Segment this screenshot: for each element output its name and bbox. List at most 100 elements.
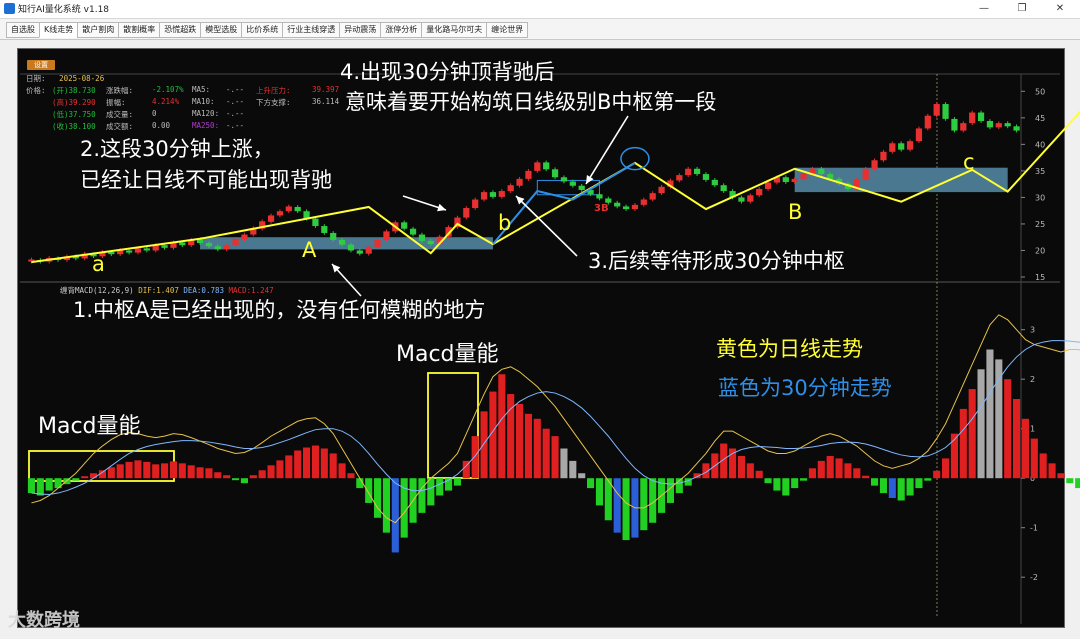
macd-bar <box>90 473 98 479</box>
macd-bar <box>862 475 870 479</box>
macd-bar <box>329 453 337 479</box>
price-tick-label: 35 <box>1035 167 1045 176</box>
macd-bar <box>924 478 932 481</box>
macd-bar <box>152 464 160 479</box>
candle-body <box>658 186 665 194</box>
macd-bar <box>755 470 763 479</box>
candle-body <box>1004 123 1011 127</box>
macd-bar <box>134 460 142 479</box>
candle-body <box>427 240 434 245</box>
candle-body <box>622 206 630 210</box>
annotation-1: 1.中枢A是已经出现的，没有任何模糊的地方 <box>73 298 486 322</box>
macd-bar <box>871 478 879 486</box>
macd-bar <box>1075 478 1080 489</box>
candle-body <box>472 199 479 209</box>
candle-body <box>756 188 763 196</box>
macd-bar <box>347 473 355 479</box>
candle-body <box>525 170 532 179</box>
candle-body <box>809 168 816 174</box>
macd-bar <box>533 418 541 479</box>
macd-bar <box>311 445 319 479</box>
candle-body <box>241 234 248 240</box>
macd-bar <box>906 478 914 496</box>
candle-body <box>969 112 976 124</box>
macd-bar <box>480 411 488 479</box>
macd-tick-label: -2 <box>1030 573 1038 582</box>
macd-bar <box>214 472 222 479</box>
candle-body <box>649 193 656 200</box>
candle-body <box>516 178 523 186</box>
macd-bar <box>418 478 426 513</box>
segment-label-a: a <box>92 252 105 276</box>
macd-bar <box>169 461 177 479</box>
candle-body <box>614 202 621 207</box>
arrow-to-min30-rise-head <box>437 203 446 212</box>
macd-bar <box>1048 463 1056 479</box>
price-tick-label: 20 <box>1035 246 1045 255</box>
macd-bar <box>986 349 994 479</box>
annotation-2-line2: 已经让日线不可能出现背驰 <box>80 168 332 192</box>
candle-body <box>933 104 940 116</box>
macd-bar <box>161 463 169 479</box>
macd-bar <box>267 465 275 479</box>
macd-bar <box>453 478 461 486</box>
macd-bar <box>338 463 346 479</box>
candle-body <box>791 178 798 183</box>
macd-bar <box>773 478 781 491</box>
candle-body <box>924 115 931 129</box>
candle-body <box>489 192 497 197</box>
buy-point-3b: 3B <box>594 203 609 214</box>
dif-line <box>31 314 1080 524</box>
legend-yellow: 黄色为日线走势 <box>716 337 863 361</box>
macd-bar <box>232 478 240 481</box>
macd-bar <box>968 389 976 479</box>
candle-body <box>480 192 488 200</box>
candle-body <box>995 123 1002 128</box>
candle-body <box>223 245 230 250</box>
candle-body <box>764 182 772 189</box>
macd-bar <box>915 478 923 489</box>
annotation-4-line1: 4.出现30分钟顶背驰后 <box>340 60 555 84</box>
macd-bar <box>613 478 621 533</box>
macd-bar <box>542 428 550 479</box>
candle-body <box>179 242 186 246</box>
candle-body <box>747 195 754 202</box>
macd-bar <box>178 463 186 479</box>
macd-bar <box>116 464 124 479</box>
zhongshu-label-A: A <box>302 238 317 262</box>
macd-bar <box>187 465 195 479</box>
candle-body <box>498 191 505 197</box>
candle-body <box>356 250 363 254</box>
macd-bar <box>303 447 311 479</box>
macd-bar <box>143 461 151 479</box>
candle-body <box>161 245 168 248</box>
candle-body <box>880 151 887 161</box>
macd-bar <box>276 460 284 479</box>
segment-label-b: b <box>498 211 512 235</box>
candle-body <box>134 248 142 253</box>
macd-bar <box>45 478 53 491</box>
macd-energy-label-1: Macd量能 <box>38 414 141 439</box>
candle-body <box>276 211 284 216</box>
candle-body <box>871 160 878 169</box>
candle-body <box>418 234 426 241</box>
arrow-to-b-segment-start <box>585 115 629 185</box>
candle-body <box>401 222 408 229</box>
macd-bar <box>498 374 506 479</box>
candle-body <box>534 162 541 171</box>
candle-body <box>640 199 647 205</box>
macd-bar <box>595 478 603 506</box>
macd-bar <box>1039 453 1047 479</box>
candle-body <box>463 208 470 218</box>
candle-body <box>942 104 949 119</box>
price-tick-label: 25 <box>1035 220 1045 229</box>
price-tick-label: 30 <box>1035 193 1045 202</box>
candle-body <box>782 177 789 183</box>
macd-bar <box>223 475 231 479</box>
macd-bar <box>81 476 89 479</box>
macd-bar <box>125 461 133 479</box>
candle-body <box>143 248 150 251</box>
macd-bar <box>382 478 390 533</box>
annotation-3: 3.后续等待形成30分钟中枢 <box>588 249 845 273</box>
candle-body <box>374 239 381 248</box>
